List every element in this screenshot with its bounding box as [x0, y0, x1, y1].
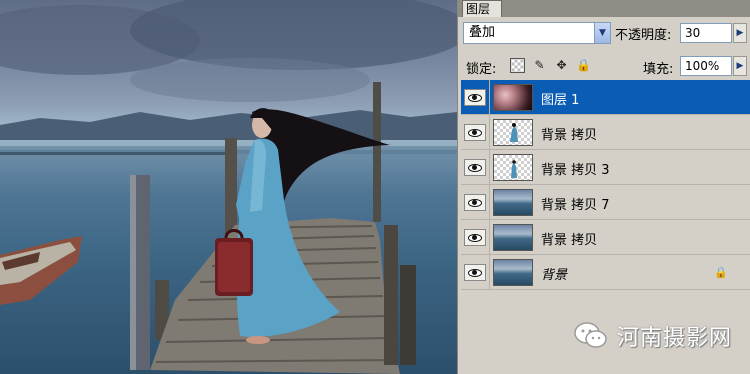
eye-icon[interactable]: [464, 264, 486, 281]
lock-icon: 🔒: [714, 266, 728, 279]
fill-value: 100%: [685, 59, 720, 73]
layer-thumbnail: [493, 84, 533, 111]
watermark-text: 河南摄影网: [617, 326, 733, 351]
layer-name: 背景 拷贝: [541, 128, 598, 143]
eye-icon[interactable]: [464, 89, 486, 106]
lock-position-move-icon[interactable]: ✥: [554, 58, 569, 73]
layer-row[interactable]: 背景 拷贝: [461, 220, 750, 255]
lock-transparent-checkerboard-icon[interactable]: [510, 57, 525, 73]
lock-label: 锁定:: [466, 62, 497, 77]
watermark: 河南摄影网: [573, 320, 732, 352]
fill-stepper-chevron-right-icon[interactable]: ▶: [733, 56, 747, 76]
wechat-logo-icon: [573, 321, 609, 351]
opacity-label: 不透明度:: [615, 28, 672, 43]
fill-input[interactable]: 100%: [680, 56, 732, 76]
lock-image-brush-icon[interactable]: ✎: [532, 58, 547, 73]
eye-icon[interactable]: [464, 194, 486, 211]
layer-row[interactable]: 背景 拷贝 3: [461, 150, 750, 185]
layer-name: 图层 1: [541, 93, 580, 108]
tab-layers[interactable]: 图层: [462, 0, 502, 17]
layer-row[interactable]: 背景 拷贝: [461, 115, 750, 150]
layer-name: 背景: [541, 268, 568, 283]
layer-thumbnail: [493, 224, 533, 251]
photo-canvas: [0, 0, 457, 374]
layer-name: 背景 拷贝: [541, 233, 598, 248]
chevron-down-icon[interactable]: ▼: [594, 23, 610, 43]
layer-thumbnail: [493, 154, 533, 181]
eye-icon[interactable]: [464, 159, 486, 176]
layer-row[interactable]: 背景 拷贝 7: [461, 185, 750, 220]
layers-panel: 图层 叠加 ▼ 不透明度: 30 ▶ 锁定: ✎ ✥ 🔒 填充: 100% ▶ …: [457, 0, 750, 374]
layer-row[interactable]: 背景 🔒: [461, 255, 750, 290]
blend-mode-dropdown[interactable]: 叠加 ▼: [463, 22, 611, 44]
opacity-value: 30: [685, 26, 701, 40]
layer-name: 背景 拷贝 3: [541, 163, 610, 178]
layer-thumbnail: [493, 189, 533, 216]
panel-tab-bar: 图层: [458, 0, 750, 17]
lock-options: ✎ ✥ 🔒: [510, 56, 591, 74]
layer-name: 背景 拷贝 7: [541, 198, 610, 213]
opacity-stepper-chevron-right-icon[interactable]: ▶: [733, 23, 747, 43]
photo-illustration: [0, 0, 457, 374]
layer-row[interactable]: 图层 1: [461, 80, 750, 115]
eye-icon[interactable]: [464, 229, 486, 246]
layer-thumbnail: [493, 119, 533, 146]
opacity-input[interactable]: 30: [680, 23, 732, 43]
layer-thumbnail: [493, 259, 533, 286]
blend-mode-value: 叠加: [469, 25, 496, 40]
lock-all-lock-icon[interactable]: 🔒: [576, 58, 591, 73]
fill-label: 填充:: [643, 62, 674, 77]
eye-icon[interactable]: [464, 124, 486, 141]
